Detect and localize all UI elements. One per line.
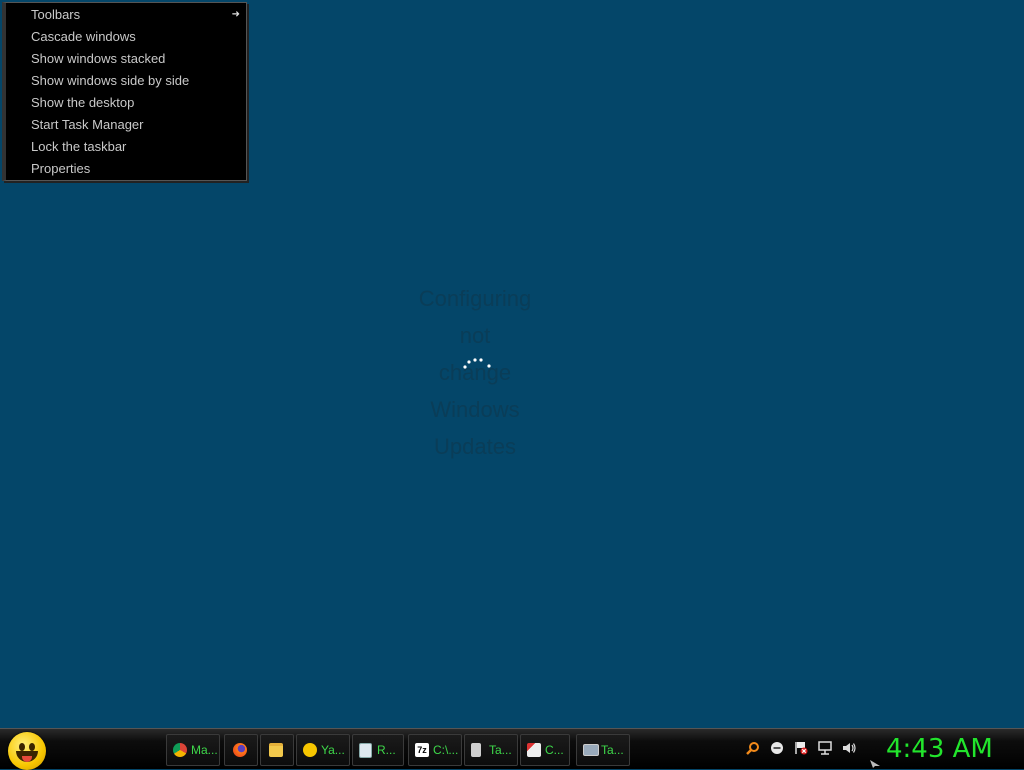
taskbar-clock[interactable]: 4:43 AM xyxy=(886,733,993,765)
folder-icon xyxy=(269,743,283,757)
taskbar-button-label: Ta... xyxy=(489,743,512,757)
update-line: not xyxy=(459,323,491,348)
taskbar-context-menu: Toolbars ➜ Cascade windows Show windows … xyxy=(2,2,247,181)
taskbar-button-explorer[interactable] xyxy=(260,734,294,766)
menu-item-toolbars[interactable]: Toolbars ➜ xyxy=(31,4,246,26)
taskbar-button-label: C... xyxy=(545,743,564,757)
taskbar-button-yahoo[interactable]: Ya... xyxy=(296,734,350,766)
update-line: Updates xyxy=(434,434,516,459)
menu-item-show-windows-side-by-side[interactable]: Show windows side by side xyxy=(31,70,246,92)
taskbar-button-monitor[interactable]: Ta... xyxy=(576,734,630,766)
menu-item-cascade-windows[interactable]: Cascade windows xyxy=(31,26,246,48)
taskbar-button-notepad[interactable]: R... xyxy=(352,734,404,766)
firefox-icon xyxy=(233,743,247,757)
taskbar-button-label: C:\... xyxy=(433,743,459,757)
messenger-icon[interactable] xyxy=(770,741,784,755)
yahoo-messenger-icon xyxy=(303,743,317,757)
menu-item-label: Toolbars xyxy=(31,7,81,22)
update-status-text: Configuring not change Windows Updates xyxy=(415,280,535,470)
menu-item-lock-taskbar[interactable]: Lock the taskbar xyxy=(31,136,246,158)
menu-item-properties[interactable]: Properties xyxy=(31,158,246,180)
paint-icon xyxy=(527,743,541,757)
start-button[interactable] xyxy=(8,732,46,770)
taskbar-button-firefox[interactable] xyxy=(224,734,258,766)
task-icon xyxy=(471,743,481,757)
mouse-cursor-icon xyxy=(870,760,880,768)
menu-item-show-windows-stacked[interactable]: Show windows stacked xyxy=(31,48,246,70)
emoticon-eye xyxy=(19,743,25,751)
update-line: Configuring xyxy=(418,286,532,311)
search-icon[interactable] xyxy=(746,741,760,755)
taskbar-button-label: Ya... xyxy=(321,743,345,757)
taskbar-button-label: Ma... xyxy=(191,743,218,757)
taskbar-button-chrome[interactable]: Ma... xyxy=(166,734,220,766)
7zip-icon: 7z xyxy=(415,743,429,757)
update-line: Windows xyxy=(430,397,520,422)
monitor-icon xyxy=(583,744,599,756)
volume-icon[interactable] xyxy=(842,741,856,755)
loading-spinner-icon xyxy=(463,358,491,369)
flag-icon[interactable] xyxy=(794,741,808,755)
taskbar-button-7zip[interactable]: 7z C:\... xyxy=(408,734,462,766)
network-icon[interactable] xyxy=(818,741,832,755)
taskbar-button-paint[interactable]: C... xyxy=(520,734,570,766)
taskbar-button-task[interactable]: Ta... xyxy=(464,734,518,766)
menu-item-start-task-manager[interactable]: Start Task Manager xyxy=(31,114,246,136)
emoticon-eye xyxy=(29,743,35,751)
menu-item-show-desktop[interactable]: Show the desktop xyxy=(31,92,246,114)
taskbar-button-label: Ta... xyxy=(601,743,624,757)
chrome-icon xyxy=(173,743,187,757)
notepad-icon xyxy=(359,743,372,758)
submenu-arrow-icon: ➜ xyxy=(231,9,240,20)
taskbar-button-label: R... xyxy=(377,743,396,757)
